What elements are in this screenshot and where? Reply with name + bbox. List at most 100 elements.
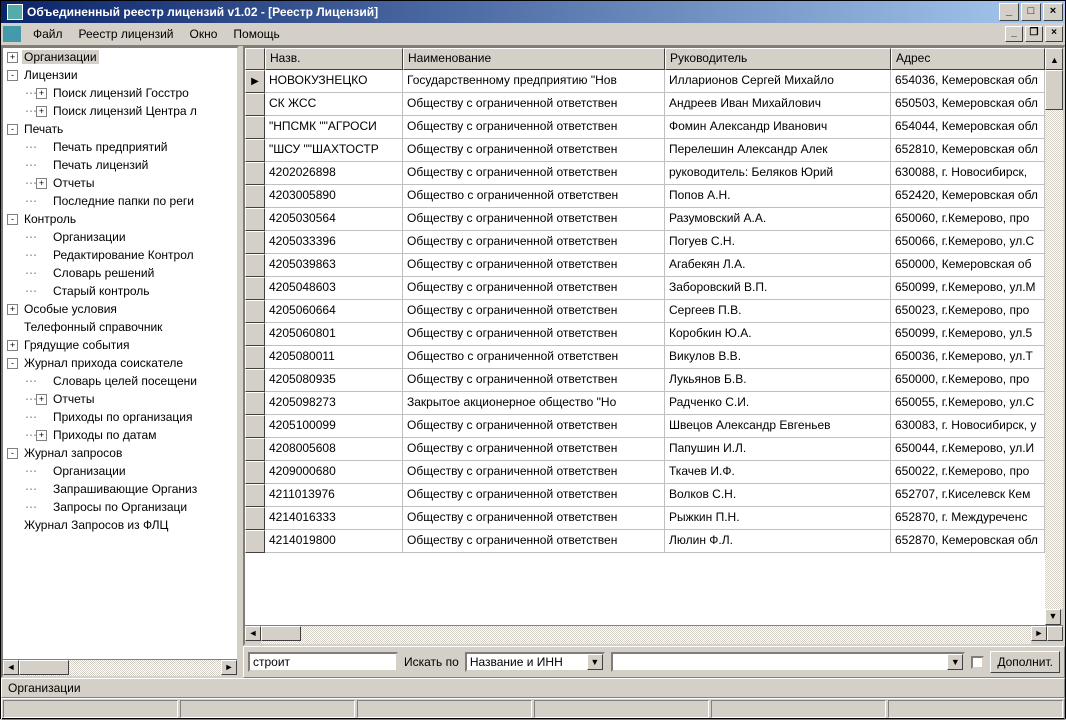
expand-icon[interactable]: + <box>7 52 18 63</box>
close-button[interactable]: × <box>1043 3 1063 21</box>
minimize-button[interactable]: _ <box>999 3 1019 21</box>
tree-item[interactable]: -Лицензии <box>3 66 237 84</box>
grid-hscroll-track[interactable] <box>261 626 321 644</box>
menu-help[interactable]: Помощь <box>225 25 287 43</box>
tree-item[interactable]: ⋯Организации <box>3 462 237 480</box>
vscroll-track[interactable] <box>1045 70 1063 609</box>
tree-item[interactable]: ⋯Запросы по Организаци <box>3 498 237 516</box>
tree-item[interactable]: ⋯+Отчеты <box>3 174 237 192</box>
table-row[interactable]: 4205060664Обществу с ограниченной ответс… <box>245 300 1045 323</box>
grid-header-fullname[interactable]: Наименование <box>403 48 665 70</box>
expand-icon[interactable]: + <box>36 394 47 405</box>
search-extra-button[interactable]: Дополнит. <box>990 651 1060 673</box>
table-row[interactable]: 4205098273Закрытое акционерное общество … <box>245 392 1045 415</box>
tree-item[interactable]: ⋯Запрашивающие Организ <box>3 480 237 498</box>
table-row[interactable]: 4205060801Обществу с ограниченной ответс… <box>245 323 1045 346</box>
tree-item[interactable]: -Печать <box>3 120 237 138</box>
grid-vscroll-up[interactable]: ▲ <box>1045 48 1063 70</box>
tree-view[interactable]: +Организации-Лицензии⋯+Поиск лицензий Го… <box>3 48 237 659</box>
hscroll-thumb[interactable] <box>19 660 69 675</box>
grid-hscroll-left[interactable]: ◄ <box>245 626 261 641</box>
tree-item[interactable]: Журнал Запросов из ФЛЦ <box>3 516 237 534</box>
grid-vscroll-down[interactable]: ▼ <box>1045 609 1061 625</box>
collapse-icon[interactable]: - <box>7 358 18 369</box>
search-checkbox[interactable] <box>971 656 984 669</box>
search-by-combo[interactable]: Название и ИНН ▼ <box>465 652 605 672</box>
expand-icon[interactable]: + <box>7 304 18 315</box>
tree-item[interactable]: ⋯+Отчеты <box>3 390 237 408</box>
table-row[interactable]: ▶ НОВОКУЗНЕЦКОГосударственному предприят… <box>245 70 1045 93</box>
tree-item[interactable]: +Организации <box>3 48 237 66</box>
tree-item[interactable]: ⋯Приходы по организация <box>3 408 237 426</box>
grid-hscroll-right[interactable]: ► <box>1031 626 1047 641</box>
collapse-icon[interactable]: - <box>7 214 18 225</box>
table-row[interactable]: 4205030564Обществу с ограниченной ответс… <box>245 208 1045 231</box>
table-row[interactable]: СК ЖССОбществу с ограниченной ответствен… <box>245 93 1045 116</box>
table-row[interactable]: "НПСМК ""АГРОСИОбществу с ограниченной о… <box>245 116 1045 139</box>
table-row[interactable]: 4205033396Обществу с ограниченной ответс… <box>245 231 1045 254</box>
table-row[interactable]: 4202026898Обществу с ограниченной ответс… <box>245 162 1045 185</box>
search-extra-combo[interactable]: ▼ <box>611 652 966 672</box>
grid-header-manager[interactable]: Руководитель <box>665 48 891 70</box>
grid-header-name[interactable]: Назв. <box>265 48 403 70</box>
expand-icon[interactable]: + <box>7 340 18 351</box>
table-row[interactable]: 4203005890Общество с ограниченной ответс… <box>245 185 1045 208</box>
search-input[interactable] <box>248 652 398 672</box>
table-row[interactable]: 4205048603Обществу с ограниченной ответс… <box>245 277 1045 300</box>
tree-hscrollbar[interactable]: ◄ ► <box>3 659 237 676</box>
scroll-right-icon[interactable]: ► <box>221 660 237 675</box>
table-row[interactable]: 4214016333Обществу с ограниченной ответс… <box>245 507 1045 530</box>
table-row[interactable]: "ШСУ ""ШАХТОСТРОбществу с ограниченной о… <box>245 139 1045 162</box>
tree-item[interactable]: ⋯Старый контроль <box>3 282 237 300</box>
menu-registry[interactable]: Реестр лицензий <box>71 25 182 43</box>
tree-item[interactable]: -Журнал прихода соискателе <box>3 354 237 372</box>
tree-item[interactable]: Телефонный справочник <box>3 318 237 336</box>
grid-header-address[interactable]: Адрес <box>891 48 1045 70</box>
menu-window[interactable]: Окно <box>182 25 226 43</box>
collapse-icon[interactable]: - <box>7 448 18 459</box>
scroll-left-icon[interactable]: ◄ <box>3 660 19 675</box>
tree-item[interactable]: ⋯Последние папки по реги <box>3 192 237 210</box>
collapse-icon[interactable]: - <box>7 124 18 135</box>
tree-item[interactable]: ⋯Редактирование Контрол <box>3 246 237 264</box>
tree-item[interactable]: ⋯+Поиск лицензий Центра л <box>3 102 237 120</box>
maximize-button[interactable]: □ <box>1021 3 1041 21</box>
tree-item[interactable]: ⋯+Поиск лицензий Госстро <box>3 84 237 102</box>
grid-hscroll-thumb[interactable] <box>261 626 301 641</box>
tree-item[interactable]: ⋯Печать предприятий <box>3 138 237 156</box>
table-row[interactable]: 4205080011Общество с ограниченной ответс… <box>245 346 1045 369</box>
table-row[interactable]: 4205100099Обществу с ограниченной ответс… <box>245 415 1045 438</box>
tree-item[interactable]: +Особые условия <box>3 300 237 318</box>
tree-item[interactable]: ⋯+Приходы по датам <box>3 426 237 444</box>
tree-item[interactable]: ⋯Печать лицензий <box>3 156 237 174</box>
vscroll-thumb[interactable] <box>1045 70 1063 110</box>
tree-item[interactable]: +Грядущие события <box>3 336 237 354</box>
chevron-down-icon[interactable]: ▼ <box>587 654 603 670</box>
grid-hscroll-track2[interactable] <box>321 626 1031 644</box>
chevron-down-icon[interactable]: ▼ <box>947 654 963 670</box>
expand-icon[interactable]: + <box>36 430 47 441</box>
tree-item[interactable]: ⋯Словарь решений <box>3 264 237 282</box>
grid-rows[interactable]: ▶ НОВОКУЗНЕЦКОГосударственному предприят… <box>245 70 1045 625</box>
expand-icon[interactable]: + <box>36 88 47 99</box>
grid-vscrollbar[interactable]: ▼ <box>1045 70 1063 625</box>
mdi-minimize-button[interactable]: _ <box>1005 26 1023 42</box>
grid-hscrollbar[interactable]: ◄ ► <box>245 625 1063 644</box>
hscroll-track[interactable] <box>19 660 221 676</box>
tree-item[interactable]: -Журнал запросов <box>3 444 237 462</box>
table-row[interactable]: 4208005608Обществу с ограниченной ответс… <box>245 438 1045 461</box>
tree-item[interactable]: ⋯Словарь целей посещени <box>3 372 237 390</box>
table-row[interactable]: 4205039863Обществу с ограниченной ответс… <box>245 254 1045 277</box>
table-row[interactable]: 4209000680Обществу с ограниченной ответс… <box>245 461 1045 484</box>
table-row[interactable]: 4205080935Обществу с ограниченной ответс… <box>245 369 1045 392</box>
menu-file[interactable]: Файл <box>25 25 71 43</box>
expand-icon[interactable]: + <box>36 178 47 189</box>
mdi-close-button[interactable]: × <box>1045 26 1063 42</box>
table-row[interactable]: 4214019800Обществу с ограниченной ответс… <box>245 530 1045 553</box>
tree-item[interactable]: ⋯Организации <box>3 228 237 246</box>
grid-header-indicator[interactable] <box>245 48 265 70</box>
tree-item[interactable]: -Контроль <box>3 210 237 228</box>
table-row[interactable]: 4211013976Обществу с ограниченной ответс… <box>245 484 1045 507</box>
mdi-restore-button[interactable]: ❐ <box>1025 26 1043 42</box>
collapse-icon[interactable]: - <box>7 70 18 81</box>
